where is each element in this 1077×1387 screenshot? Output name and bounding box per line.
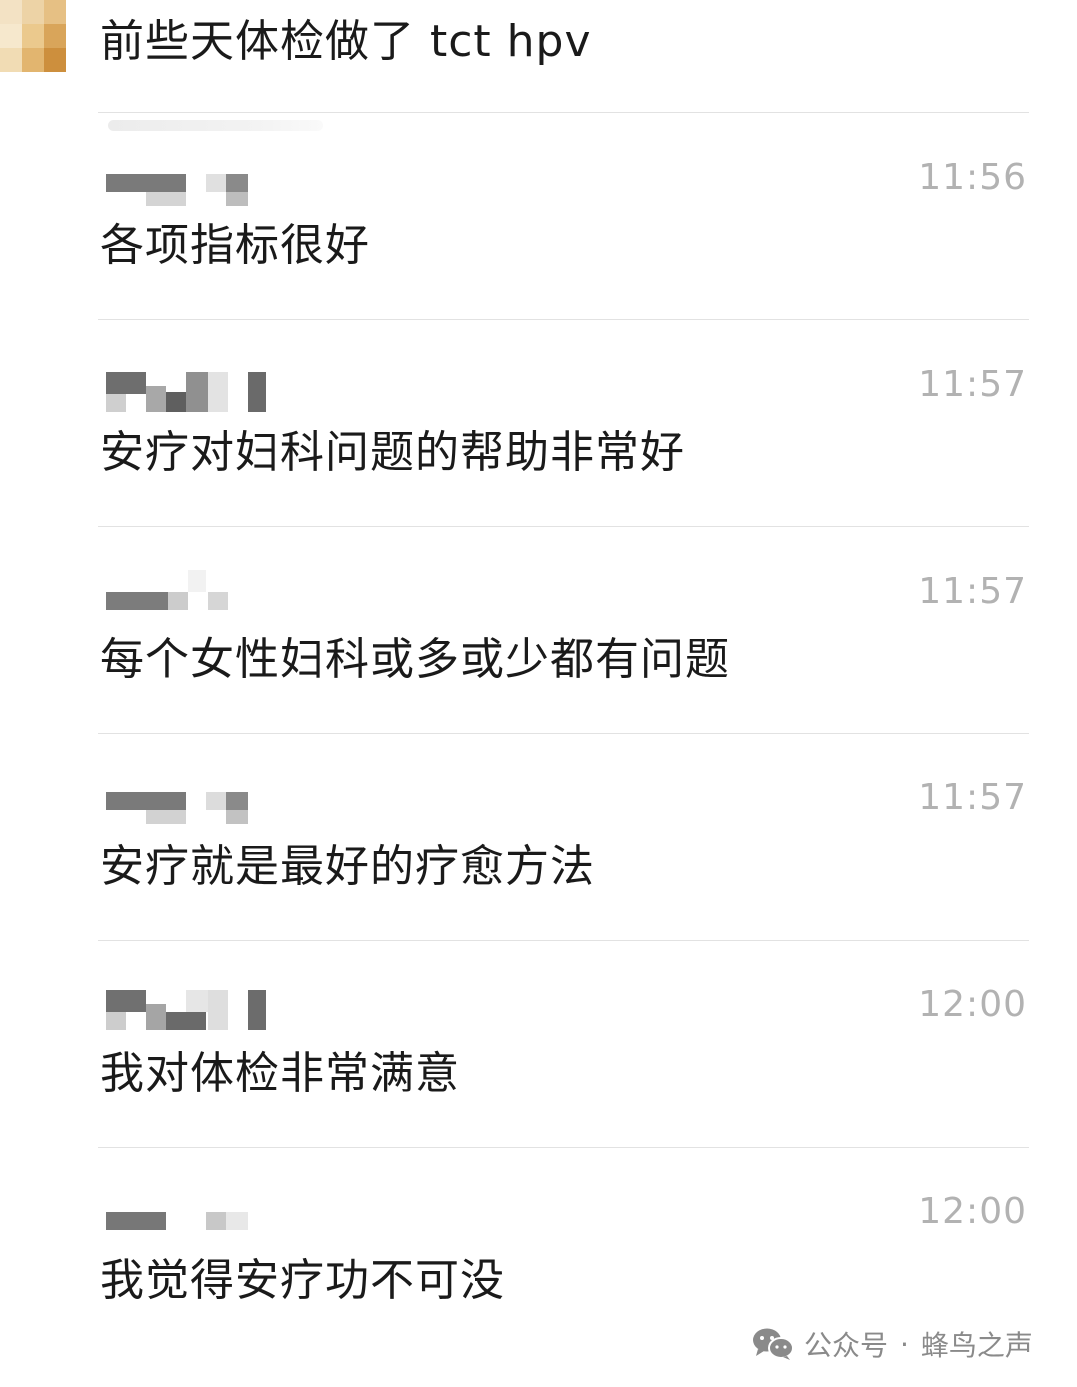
message-timestamp: 11:56 xyxy=(918,157,1027,198)
divider xyxy=(98,733,1029,734)
message-text: 各项指标很好 xyxy=(100,220,370,271)
blurred-sender-name xyxy=(106,1190,276,1234)
divider xyxy=(98,319,1029,320)
message-text: 前些天体检做了 tct hpv xyxy=(100,16,592,67)
divider xyxy=(98,526,1029,527)
blurred-sender-name xyxy=(106,786,276,830)
blurred-sender-name xyxy=(106,570,276,614)
message-text: 每个女性妇科或多或少都有问题 xyxy=(100,634,730,685)
divider xyxy=(98,112,1029,113)
message-text: 安疗对妇科问题的帮助非常好 xyxy=(100,427,685,478)
blurred-sender-name xyxy=(108,120,323,131)
blurred-sender-name xyxy=(106,168,276,212)
message-text: 我对体检非常满意 xyxy=(100,1048,460,1099)
blurred-sender-name xyxy=(106,990,276,1034)
message-text: 我觉得安疗功不可没 xyxy=(100,1255,505,1306)
message-timestamp: 11:57 xyxy=(918,364,1027,405)
message-timestamp: 12:00 xyxy=(918,1191,1027,1232)
watermark: 公众号 · 蜂鸟之声 xyxy=(752,1322,1033,1366)
wechat-icon xyxy=(753,1328,794,1360)
divider xyxy=(98,940,1029,941)
divider xyxy=(98,1147,1029,1148)
message-timestamp: 11:57 xyxy=(918,777,1027,818)
watermark-separator: · xyxy=(900,1327,909,1361)
message-timestamp: 12:00 xyxy=(918,984,1027,1025)
message-text: 安疗就是最好的疗愈方法 xyxy=(100,841,595,892)
watermark-account: 蜂鸟之声 xyxy=(920,1329,1033,1362)
avatar[interactable] xyxy=(0,0,66,72)
watermark-platform: 公众号 xyxy=(804,1329,889,1362)
message-timestamp: 11:57 xyxy=(918,571,1027,612)
blurred-sender-name xyxy=(106,372,276,416)
